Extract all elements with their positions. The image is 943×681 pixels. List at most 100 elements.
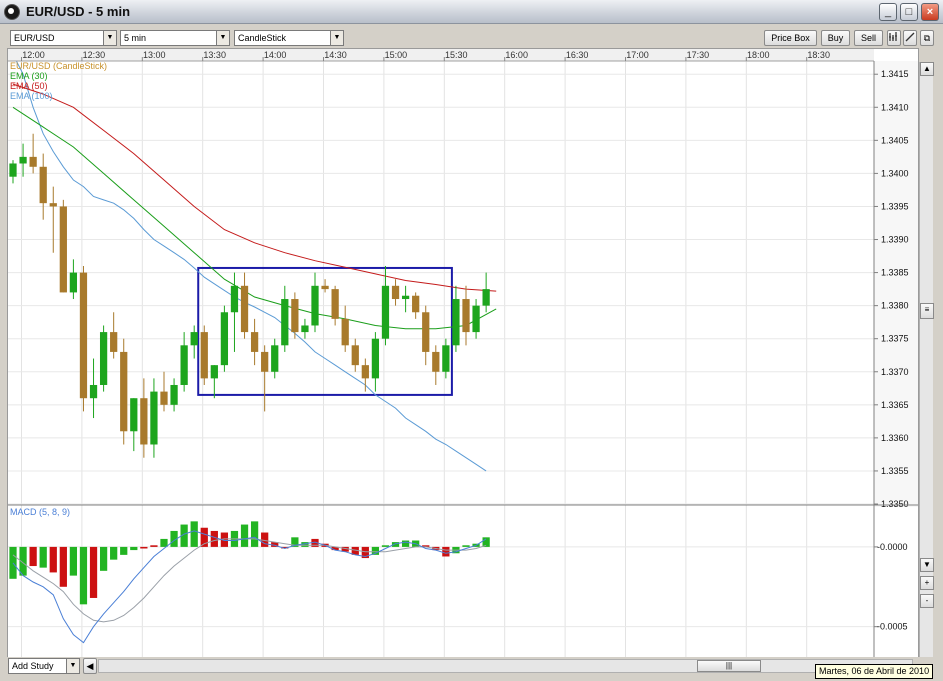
candle-body xyxy=(230,285,239,313)
candle-body xyxy=(190,332,198,346)
interval-select[interactable]: 5 min ▼ xyxy=(120,30,230,46)
draw-line-icon[interactable] xyxy=(903,30,917,46)
macd-value-label: -0.0000 xyxy=(877,542,908,552)
macd-histogram-bar xyxy=(120,546,128,555)
candle-body xyxy=(140,398,148,445)
horizontal-scrollbar[interactable]: ||| xyxy=(98,659,913,673)
chart-type-value: CandleStick xyxy=(238,33,287,43)
macd-histogram-bar xyxy=(110,546,118,560)
legend-entry: EMA (50) xyxy=(10,81,48,91)
price-label: 1.3350 xyxy=(881,499,909,509)
window-title: EUR/USD - 5 min xyxy=(26,4,131,19)
chevron-down-icon[interactable]: ▼ xyxy=(216,31,229,45)
candle-body xyxy=(301,325,309,333)
price-label: 1.3410 xyxy=(881,102,909,112)
macd-histogram-bar xyxy=(99,546,108,571)
restore-window-icon[interactable]: ⧉ xyxy=(920,30,934,46)
candle-body xyxy=(331,289,339,319)
macd-histogram-bar xyxy=(89,546,98,598)
chevron-down-icon[interactable]: ▼ xyxy=(103,31,116,45)
macd-histogram-bar xyxy=(160,538,168,547)
time-label: 16:00 xyxy=(505,50,528,60)
macd-histogram-bar xyxy=(140,546,148,549)
price-label: 1.3400 xyxy=(881,168,909,178)
candle-body xyxy=(412,295,420,313)
macd-histogram-bar xyxy=(250,521,259,547)
minimize-button[interactable]: _ xyxy=(879,3,897,21)
chevron-down-icon[interactable]: ▼ xyxy=(330,31,343,45)
time-axis-bg xyxy=(8,49,874,61)
symbol-value: EUR/USD xyxy=(14,33,55,43)
chart-frame: 12:00 12:30 13:00 13:30 14:00 14:30 15:00 15:30… xyxy=(7,48,919,658)
horizontal-scroll-thumb[interactable]: ||| xyxy=(697,660,761,672)
scroll-thumb[interactable]: ≡ xyxy=(920,303,934,319)
symbol-select[interactable]: EUR/USD ▼ xyxy=(10,30,117,46)
chart-type-select[interactable]: CandleStick ▼ xyxy=(234,30,344,46)
scroll-down-icon[interactable]: ▼ xyxy=(920,558,934,572)
price-chart[interactable]: 12:00 12:30 13:00 13:30 14:00 14:30 15:00 15:30… xyxy=(8,49,918,657)
buy-button[interactable]: Buy xyxy=(821,30,850,46)
candle-body xyxy=(351,345,359,366)
chart-toolbar: EUR/USD ▼ 5 min ▼ CandleStick ▼ Price Bo… xyxy=(0,30,943,48)
vertical-scrollbar[interactable]: ▲ ≡ ▼ + - xyxy=(919,62,934,658)
time-label: 17:30 xyxy=(687,50,710,60)
candle-body xyxy=(401,295,410,300)
macd-histogram-bar xyxy=(9,546,17,579)
candle-body xyxy=(281,299,289,346)
candle-body xyxy=(29,156,37,167)
time-label: 18:30 xyxy=(807,50,830,60)
macd-histogram-bar xyxy=(59,546,67,587)
candle-body xyxy=(250,332,259,352)
date-status: Martes, 06 de Abril de 2010 xyxy=(815,664,934,679)
app-logo-icon xyxy=(4,4,20,20)
time-label: 12:30 xyxy=(83,50,106,60)
legend-entry: EUR/USD (CandleStick) xyxy=(10,61,107,71)
candle-body xyxy=(261,351,269,372)
macd-histogram-bar xyxy=(39,546,47,568)
candle-body xyxy=(391,285,400,300)
price-box-button[interactable]: Price Box xyxy=(764,30,817,46)
maximize-button[interactable]: □ xyxy=(900,3,918,21)
macd-value-label: -0.0005 xyxy=(877,622,908,632)
zoom-in-icon[interactable]: + xyxy=(920,576,934,590)
price-label: 1.3395 xyxy=(881,201,909,211)
macd-histogram-bar xyxy=(69,546,78,576)
macd-histogram-bar xyxy=(150,545,158,547)
candle-body xyxy=(240,285,249,333)
candle-body xyxy=(381,285,390,339)
candle-body xyxy=(110,332,118,352)
price-label: 1.3405 xyxy=(881,135,909,145)
sell-button[interactable]: Sell xyxy=(854,30,883,46)
chevron-down-icon[interactable]: ▼ xyxy=(66,659,79,673)
scroll-up-icon[interactable]: ▲ xyxy=(920,62,934,76)
close-button[interactable]: × xyxy=(921,3,939,21)
macd-histogram-bar xyxy=(190,521,198,547)
candle-body xyxy=(311,285,319,326)
zoom-out-icon[interactable]: - xyxy=(920,594,934,608)
macd-legend: MACD (5, 8, 9) xyxy=(10,507,70,517)
macd-histogram-bar xyxy=(79,546,88,605)
price-label: 1.3415 xyxy=(881,69,909,79)
bar-chart-icon[interactable] xyxy=(887,30,901,46)
candle-body xyxy=(150,391,158,445)
macd-histogram-bar xyxy=(49,546,57,573)
scroll-left-icon[interactable]: ◀ xyxy=(83,658,97,674)
candle-body xyxy=(210,365,218,379)
macd-histogram-bar xyxy=(381,545,390,547)
price-label: 1.3385 xyxy=(881,268,909,278)
candle-body xyxy=(482,289,490,306)
macd-histogram-bar xyxy=(442,546,450,557)
candle-body xyxy=(180,345,188,385)
time-label: 14:30 xyxy=(324,50,347,60)
candle-body xyxy=(170,384,178,405)
macd-histogram-bar xyxy=(130,546,138,551)
candle-body xyxy=(271,345,279,372)
macd-histogram-bar xyxy=(462,545,470,547)
price-label: 1.3355 xyxy=(881,466,909,476)
price-label: 1.3365 xyxy=(881,400,909,410)
add-study-select[interactable]: Add Study ▼ xyxy=(8,658,80,674)
price-label: 1.3375 xyxy=(881,334,909,344)
candle-body xyxy=(341,318,349,346)
price-label: 1.3390 xyxy=(881,235,909,245)
time-label: 17:00 xyxy=(626,50,649,60)
